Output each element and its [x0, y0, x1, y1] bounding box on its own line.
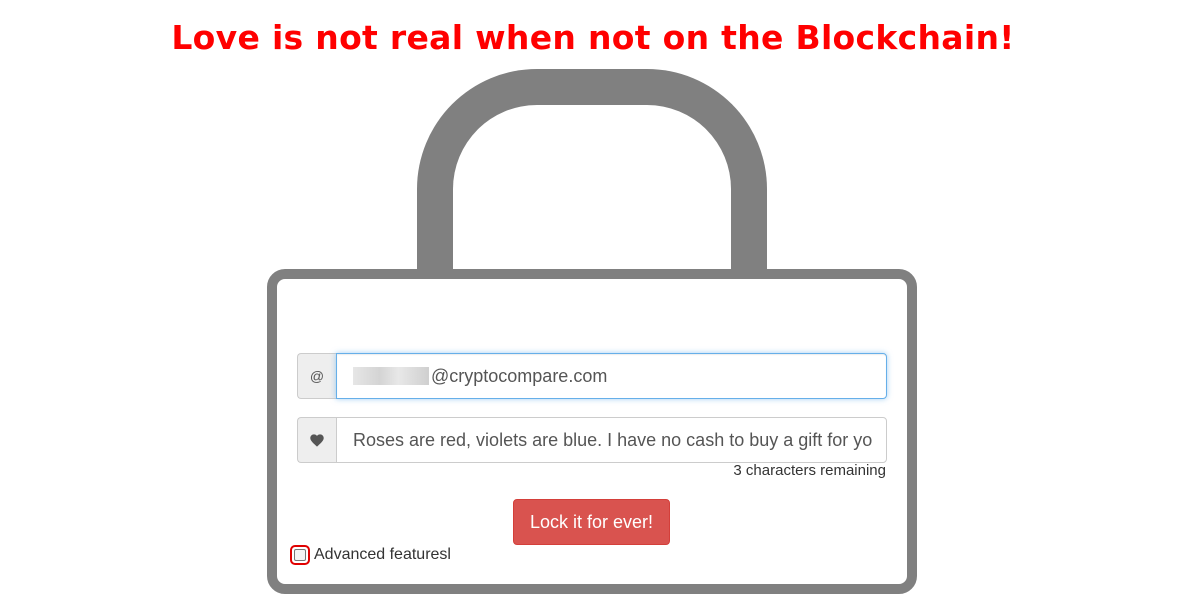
message-field[interactable]: Roses are red, violets are blue. I have … [336, 417, 887, 463]
email-field[interactable]: @cryptocompare.com [336, 353, 887, 399]
page-headline: Love is not real when not on the Blockch… [171, 18, 1015, 57]
advanced-features-checkbox[interactable] [294, 549, 306, 561]
at-sign-icon: @ [297, 353, 336, 399]
advanced-features-label[interactable]: Advanced featuresl [314, 546, 451, 564]
email-domain-text: @cryptocompare.com [431, 365, 608, 386]
advanced-features-checkbox-highlight [290, 545, 310, 565]
heart-icon [297, 417, 336, 463]
characters-remaining-counter: 3 characters remaining [733, 462, 886, 479]
lock-it-button[interactable]: Lock it for ever! [513, 499, 670, 545]
advanced-features-row: Advanced featuresl [290, 544, 451, 566]
heart-icon-glyph [310, 433, 324, 447]
redacted-email-username [353, 367, 429, 385]
email-input-group: @ @cryptocompare.com [297, 353, 887, 399]
message-input-group: Roses are red, violets are blue. I have … [297, 417, 887, 463]
